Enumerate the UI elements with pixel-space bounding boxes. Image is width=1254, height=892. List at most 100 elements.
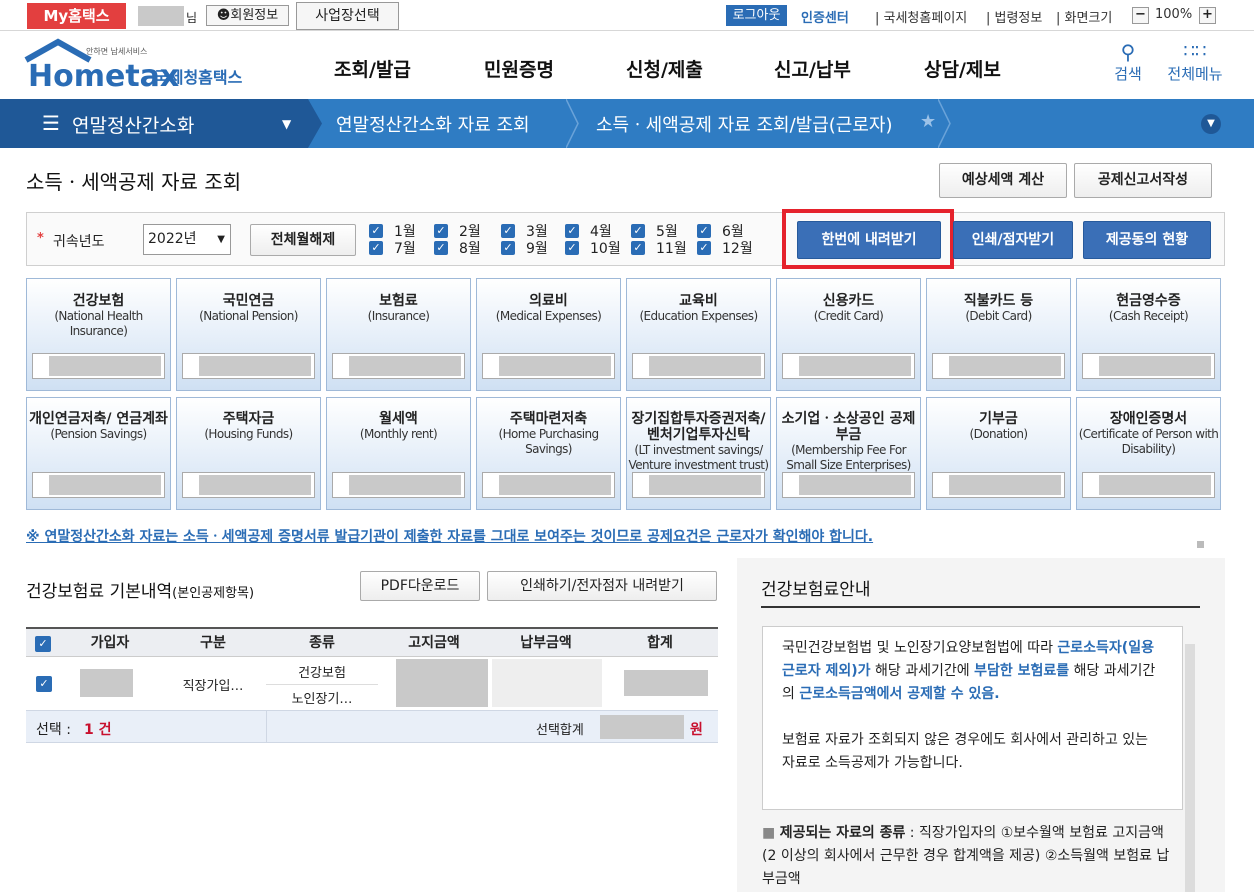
all-menu-button[interactable]: ∷∷ 전체메뉴 [1162, 41, 1228, 84]
bullet-icon: ■ [762, 825, 780, 841]
zoom-out-button[interactable]: − [1132, 7, 1149, 24]
tile-amount-box [782, 353, 915, 379]
tile-tiles_row1-4[interactable]: 교육비 (Education Expenses) [626, 278, 771, 391]
breadcrumb-bar: ☰ 연말정산간소화 ▼ 연말정산간소화 자료 조회 소득ㆍ세액공제 자료 조회/… [0, 99, 1254, 148]
info-paragraph-1: 국민건강보험법 및 노인장기요양보험법에 따라 근로소득자(일용근로자 제외)가… [782, 640, 1156, 702]
required-mark: * [37, 231, 44, 246]
chevron-down-icon[interactable]: ▼ [1201, 114, 1221, 134]
month-checkbox[interactable]: ✓ [501, 224, 515, 238]
deduction-report-button[interactable]: 공제신고서작성 [1074, 163, 1212, 198]
month-checkbox[interactable]: ✓ [434, 224, 448, 238]
row-checkbox[interactable]: ✓ [36, 676, 52, 692]
search-button[interactable]: ⚲ 검색 [1108, 41, 1148, 84]
month-checkbox[interactable]: ✓ [697, 224, 711, 238]
gnb-report[interactable]: 신고/납부 [774, 55, 851, 82]
consent-status-button[interactable]: 제공동의 현황 [1083, 221, 1211, 259]
breadcrumb-separator [938, 99, 951, 148]
month-checkbox[interactable]: ✓ [369, 224, 383, 238]
info-bullet: ■ 제공되는 자료의 종류 : 직장가입자의 ①보수월액 보험료 고지금액(2 … [762, 825, 1170, 887]
member-info-button[interactable]: ☻회원정보 [206, 5, 289, 26]
kind-divider [266, 684, 378, 685]
svg-text:안하면 납세서비스: 안하면 납세서비스 [86, 46, 147, 56]
tile-amount-box [932, 472, 1065, 498]
tile-tiles_row1-6[interactable]: 직불카드 등 (Debit Card) [926, 278, 1071, 391]
estimate-tax-button[interactable]: 예상세액 계산 [939, 163, 1067, 198]
zoom-level: 100% [1155, 7, 1193, 22]
tile-amount-box [332, 353, 465, 379]
star-icon[interactable]: ★ [920, 111, 936, 132]
user-name-masked [138, 6, 184, 26]
search-icon: ⚲ [1120, 40, 1136, 64]
month-checkbox[interactable]: ✓ [631, 241, 645, 255]
breadcrumb-1[interactable]: 연말정산간소화 자료 조회 [336, 111, 530, 137]
month-checkbox[interactable]: ✓ [565, 224, 579, 238]
clear-all-months-button[interactable]: 전체월해제 [250, 224, 356, 256]
download-all-button[interactable]: 한번에 내려받기 [797, 221, 941, 259]
tile-tiles_row1-0[interactable]: 건강보험 (National Health Insurance) [26, 278, 171, 391]
info-scrollbar[interactable] [1185, 644, 1195, 892]
sum-label: 선택합계 [536, 723, 584, 738]
tile-tiles_row2-0[interactable]: 개인연금저축/ 연금계좌 (Pension Savings) [26, 397, 171, 510]
print-download-button[interactable]: 인쇄하기/전자점자 내려받기 [487, 571, 717, 601]
month-label: 11월 [656, 241, 687, 257]
tile-amount-box [482, 472, 615, 498]
cert-center-link[interactable]: 인증센터 [801, 7, 849, 26]
tile-tiles_row2-1[interactable]: 주택자금 (Housing Funds) [176, 397, 321, 510]
tile-name: 기부금 [979, 411, 1018, 427]
year-select[interactable]: 2022년 ▼ [143, 224, 231, 255]
caret-down-icon: ▼ [282, 117, 292, 131]
month-checkbox[interactable]: ✓ [434, 241, 448, 255]
tile-english: (Monthly rent) [359, 427, 438, 441]
tile-tiles_row1-5[interactable]: 신용카드 (Credit Card) [776, 278, 921, 391]
tile-tiles_row2-4[interactable]: 장기집합투자증권저축/ 벤처기업투자신탁 (LT investment savin… [626, 397, 771, 510]
tile-amount-box [1082, 353, 1215, 379]
tile-tiles_row2-5[interactable]: 소기업ㆍ소상공인 공제부금 (Membership Fee For Small S… [776, 397, 921, 510]
screen-size-label: | 화면크기 [1056, 11, 1113, 26]
print-braille-button[interactable]: 인쇄/점자받기 [953, 221, 1073, 259]
amount-masked [349, 356, 461, 376]
month-checkbox[interactable]: ✓ [697, 241, 711, 255]
sum-masked [600, 715, 684, 739]
tile-english: (Education Expenses) [639, 309, 758, 323]
month-checkbox[interactable]: ✓ [369, 241, 383, 255]
tile-tiles_row1-3[interactable]: 의료비 (Medical Expenses) [476, 278, 621, 391]
subscriber-masked [80, 669, 133, 697]
gnb-certificate[interactable]: 민원증명 [484, 55, 554, 82]
law-info-link[interactable]: | 법령정보 [986, 7, 1042, 26]
gnb-consult[interactable]: 상담/제보 [924, 55, 1001, 82]
biz-select-button[interactable]: 사업장선택 [296, 2, 399, 30]
month-label: 7월 [394, 241, 416, 257]
pdf-download-button[interactable]: PDF다운로드 [360, 571, 480, 601]
select-all-checkbox[interactable]: ✓ [35, 636, 51, 652]
breadcrumb-2[interactable]: 소득ㆍ세액공제 자료 조회/발급(근로자) [596, 111, 893, 137]
my-hometax-button[interactable]: My홈택스 [27, 3, 126, 29]
gnb-inquiry[interactable]: 조회/발급 [334, 55, 411, 82]
tile-tiles_row1-2[interactable]: 보험료 (Insurance) [326, 278, 471, 391]
tile-name: 건강보험 [72, 293, 125, 309]
category-cell: 직장가입… [182, 679, 244, 694]
tile-tiles_row2-6[interactable]: 기부금 (Donation) [926, 397, 1071, 510]
notice-text: ※ 연말정산간소화 자료는 소득ㆍ세액공제 증명서류 발급기관이 제출한 자료를… [26, 529, 874, 545]
month-checkbox[interactable]: ✓ [565, 241, 579, 255]
month-checkbox[interactable]: ✓ [631, 224, 645, 238]
tile-tiles_row1-7[interactable]: 현금영수증 (Cash Receipt) [1076, 278, 1221, 391]
notice-amount-masked [396, 659, 488, 707]
tile-tiles_row1-1[interactable]: 국민연금 (National Pension) [176, 278, 321, 391]
tile-english: (Debit Card) [965, 309, 1032, 323]
month-label: 9월 [526, 241, 548, 257]
zoom-in-button[interactable]: + [1199, 7, 1216, 24]
nts-home-link[interactable]: | 국세청홈페이지 [875, 7, 967, 26]
tile-tiles_row2-7[interactable]: 장애인증명서 (Certificate of Person with Disabi… [1076, 397, 1221, 510]
hometax-logo[interactable]: 안하면 납세서비스 Hometax 국세청홈택스 [24, 38, 254, 96]
tile-english: (Pension Savings) [50, 427, 147, 441]
amount-masked [1099, 356, 1211, 376]
hamburger-icon: ☰ [42, 111, 60, 135]
tile-english: (National Pension) [199, 309, 298, 323]
month-checkbox[interactable]: ✓ [501, 241, 515, 255]
tile-tiles_row2-2[interactable]: 월세액 (Monthly rent) [326, 397, 471, 510]
gnb-apply[interactable]: 신청/제출 [626, 55, 703, 82]
logout-button[interactable]: 로그아웃 [726, 5, 787, 26]
month-label: 12월 [722, 241, 753, 257]
menu-selector[interactable]: ☰ 연말정산간소화 ▼ [0, 99, 308, 148]
tile-tiles_row2-3[interactable]: 주택마련저축 (Home Purchasing Savings) [476, 397, 621, 510]
